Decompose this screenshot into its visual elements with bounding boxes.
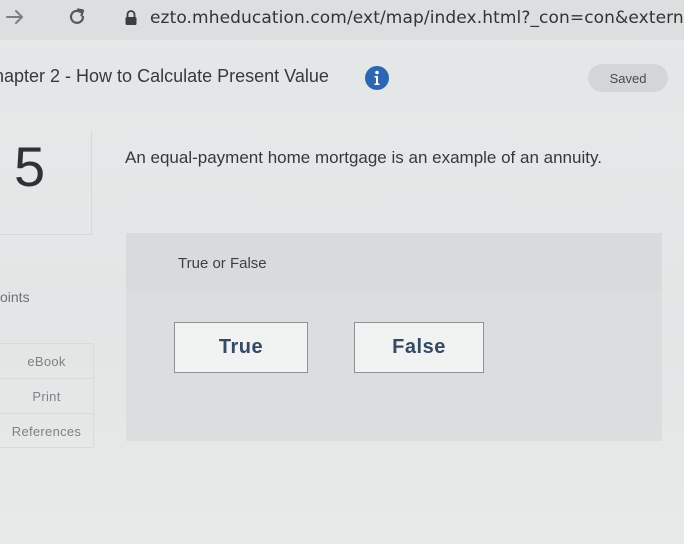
references-link[interactable]: References <box>0 413 94 448</box>
reload-button[interactable] <box>62 2 92 32</box>
saved-status-badge: Saved <box>588 64 668 92</box>
screen: ezto.mheducation.com/ext/map/index.html?… <box>0 0 684 544</box>
browser-toolbar: ezto.mheducation.com/ext/map/index.html?… <box>0 0 684 40</box>
info-icon[interactable] <box>365 66 389 90</box>
address-bar[interactable]: ezto.mheducation.com/ext/map/index.html?… <box>110 0 684 36</box>
false-button[interactable]: False <box>354 322 484 373</box>
forward-arrow-icon <box>6 10 23 24</box>
forward-button[interactable] <box>0 2 30 32</box>
question-type-label: True or False <box>178 255 267 272</box>
reload-icon <box>69 8 85 24</box>
question-tools: eBook Print References <box>0 343 94 448</box>
points-label: oints <box>0 289 30 305</box>
print-link[interactable]: Print <box>0 378 94 413</box>
question-prompt: An equal-payment home mortgage is an exa… <box>125 148 602 167</box>
chapter-title: hapter 2 - How to Calculate Present Valu… <box>0 66 329 86</box>
true-button[interactable]: True <box>174 322 308 373</box>
url-text: ezto.mheducation.com/ext/map/index.html?… <box>150 8 684 28</box>
question-number: 5 <box>14 135 46 198</box>
ebook-link[interactable]: eBook <box>0 343 94 378</box>
lock-icon <box>120 7 142 29</box>
